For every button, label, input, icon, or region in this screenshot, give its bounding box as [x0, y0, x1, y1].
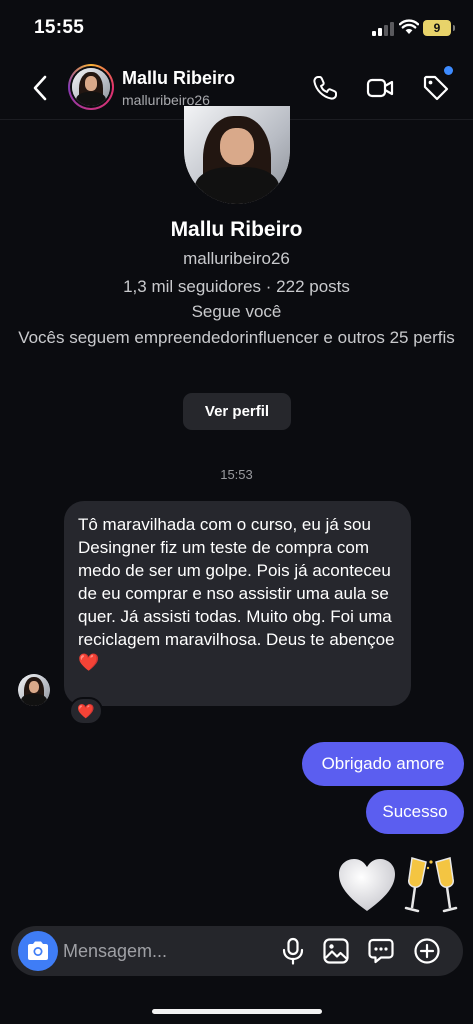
wifi-icon [399, 19, 419, 34]
clinking-glasses-icon[interactable] [404, 856, 458, 916]
camera-icon [28, 941, 48, 960]
gallery-icon[interactable] [322, 937, 350, 965]
camera-button[interactable] [18, 931, 58, 971]
home-indicator[interactable] [152, 1009, 322, 1014]
mutual-followers: Vocês seguem empreendedorinfluencer e ou… [18, 328, 455, 347]
outgoing-message-bubble[interactable]: Sucesso [366, 790, 464, 834]
profile-username: malluribeiro26 [183, 249, 290, 268]
message-timestamp: 15:53 [220, 467, 253, 482]
status-bar: 15:55 9 [0, 0, 473, 56]
outgoing-message-bubble[interactable]: Obrigado amore [302, 742, 464, 786]
phone-call-icon[interactable] [311, 74, 339, 102]
status-time: 15:55 [34, 17, 85, 38]
header-avatar[interactable] [68, 64, 114, 110]
profile-photo[interactable] [184, 106, 290, 204]
incoming-message-bubble[interactable]: Tô maravilhada com o curso, eu já sou De… [64, 501, 411, 706]
white-heart-icon[interactable] [336, 855, 398, 917]
profile-stats: 1,3 mil seguidores · 222 posts [123, 277, 350, 296]
heart-reaction[interactable]: ❤️ [69, 697, 103, 725]
microphone-icon[interactable] [279, 937, 307, 965]
notification-dot [444, 66, 453, 75]
battery-indicator: 9 [423, 20, 455, 36]
message-composer [11, 926, 463, 976]
view-profile-button[interactable]: Ver perfil [183, 393, 291, 430]
cellular-signal-icon [372, 22, 394, 36]
video-call-icon[interactable] [366, 74, 394, 102]
profile-name: Mallu Ribeiro [170, 218, 303, 241]
back-arrow-icon[interactable] [28, 74, 52, 102]
follows-you-label: Segue você [191, 302, 282, 321]
sender-avatar[interactable] [18, 674, 50, 706]
sticker-chat-icon[interactable] [367, 937, 395, 965]
tag-icon[interactable] [422, 74, 450, 102]
message-input[interactable] [63, 926, 273, 976]
contact-name[interactable]: Mallu Ribeiro [122, 68, 235, 89]
add-plus-icon[interactable] [413, 937, 441, 965]
